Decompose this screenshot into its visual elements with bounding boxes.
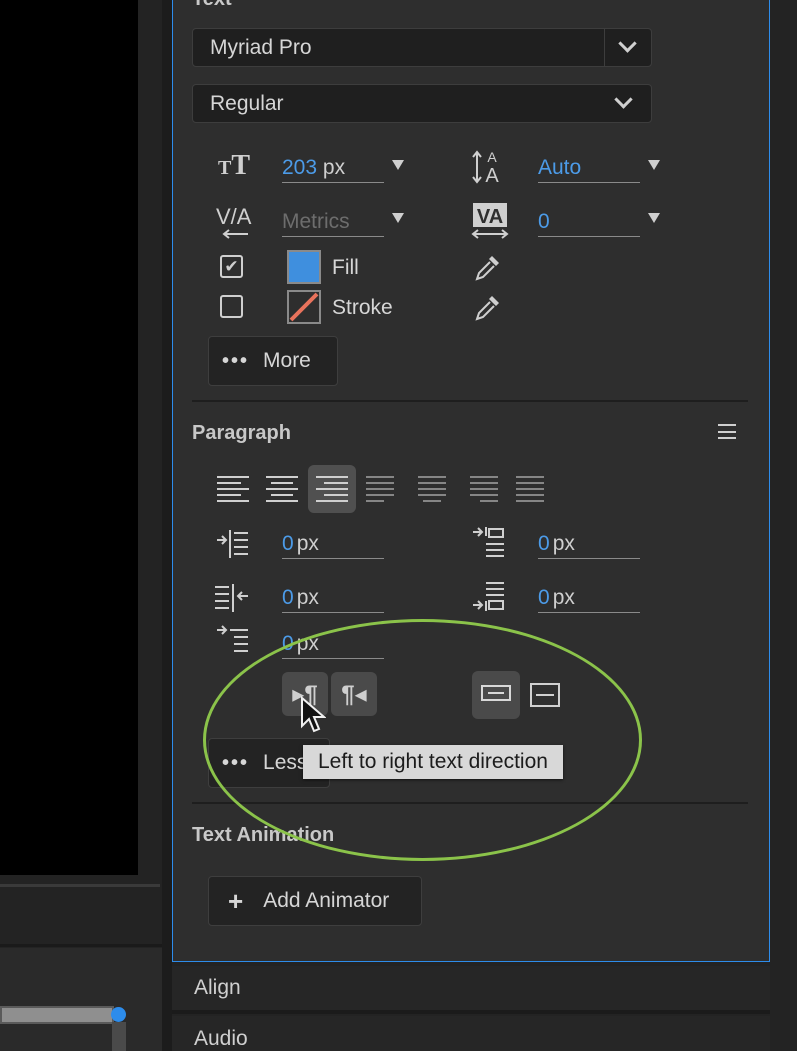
fill-color-swatch[interactable]: [287, 250, 321, 284]
paragraph-menu-icon[interactable]: [718, 424, 736, 439]
leading-field[interactable]: Auto: [538, 153, 640, 183]
more-label: More: [263, 349, 311, 372]
right-indent-icon: [215, 584, 248, 612]
space-before-unit: px: [552, 532, 575, 555]
justify-left-button[interactable]: [358, 465, 406, 513]
tracking-icon: VA: [471, 203, 509, 239]
justify-all-icon: [516, 476, 548, 502]
scrollbar-handle[interactable]: [111, 1007, 126, 1022]
text-section-title: Text: [192, 0, 232, 11]
space-before-value: 0: [538, 532, 550, 555]
justify-center-icon: [416, 476, 448, 502]
font-size-field[interactable]: 203 px: [282, 153, 384, 183]
font-style-value: Regular: [210, 91, 284, 115]
tracking-field[interactable]: 0: [538, 207, 640, 237]
left-panel-strip: [0, 948, 162, 1051]
svg-text:V/A: V/A: [216, 204, 252, 229]
tab-audio[interactable]: Audio: [172, 1016, 770, 1051]
justify-center-button[interactable]: [408, 465, 456, 513]
stroke-checkbox[interactable]: [220, 295, 243, 318]
left-indent-icon: [217, 530, 248, 558]
right-indent-unit: px: [296, 586, 319, 609]
align-center-icon: [266, 476, 298, 502]
font-size-icon: TT: [217, 150, 251, 181]
font-size-unit: px: [322, 156, 346, 179]
justify-right-icon: [466, 476, 498, 502]
left-divider: [0, 884, 160, 887]
panel-splitter[interactable]: [162, 0, 172, 1051]
align-center-button[interactable]: [258, 465, 306, 513]
align-left-icon: [217, 476, 249, 502]
paragraph-title: Paragraph: [192, 422, 291, 444]
program-monitor-preview: [0, 0, 138, 875]
tab-audio-label: Audio: [194, 1027, 248, 1050]
more-button[interactable]: ••• More: [208, 336, 338, 386]
space-after-icon: [473, 582, 504, 611]
scrollbar-stub: [112, 1022, 126, 1051]
left-panel-border: [0, 944, 162, 947]
font-style-dropdown[interactable]: Regular: [192, 84, 652, 123]
kerning-icon: V/A: [216, 204, 252, 239]
mouse-cursor-icon: [301, 696, 326, 733]
stroke-eyedropper-icon[interactable]: [473, 292, 503, 322]
timeline-scrollbar[interactable]: [0, 1006, 114, 1024]
first-line-indent-icon: [217, 625, 248, 652]
leading-value: Auto: [538, 156, 582, 179]
tracking-dropdown-arrow[interactable]: [648, 213, 660, 223]
left-indent-field[interactable]: 0 px: [282, 529, 384, 559]
leading-icon: A A: [472, 149, 499, 186]
dropdown-divider: [604, 29, 605, 66]
checkmark-icon: ✔: [224, 257, 239, 276]
highlight-ellipse: [203, 619, 642, 861]
add-animator-label: Add Animator: [263, 889, 390, 912]
space-after-field[interactable]: 0 px: [538, 583, 640, 613]
fill-label: Fill: [332, 256, 359, 279]
align-right-button[interactable]: [308, 465, 356, 513]
space-after-value: 0: [538, 586, 550, 609]
add-animator-button[interactable]: + Add Animator: [208, 876, 422, 926]
tab-align-label: Align: [194, 976, 241, 999]
font-family-dropdown[interactable]: Myriad Pro: [192, 28, 652, 67]
left-indent-value: 0: [282, 532, 294, 555]
space-before-icon: [473, 527, 504, 557]
more-dots-icon: •••: [222, 349, 250, 372]
chevron-down-icon: [618, 34, 637, 53]
kerning-value: Metrics: [282, 210, 350, 233]
svg-text:A: A: [485, 165, 499, 186]
leading-dropdown-arrow[interactable]: [648, 160, 660, 170]
plus-icon: +: [228, 885, 244, 916]
chevron-down-icon: [614, 90, 633, 109]
space-before-field[interactable]: 0 px: [538, 529, 640, 559]
tab-separator: [172, 1010, 770, 1014]
fill-eyedropper-icon[interactable]: [473, 252, 503, 282]
section-divider: [192, 400, 748, 402]
direction-tooltip: Left to right text direction: [303, 745, 563, 779]
align-right-icon: [316, 476, 348, 502]
align-left-button[interactable]: [209, 465, 257, 513]
left-indent-unit: px: [296, 532, 319, 555]
font-size-dropdown-arrow[interactable]: [392, 160, 404, 170]
svg-text:VA: VA: [477, 206, 503, 228]
space-after-unit: px: [552, 586, 575, 609]
svg-text:A: A: [487, 149, 497, 165]
justify-left-icon: [366, 476, 398, 502]
fill-checkbox[interactable]: ✔: [220, 255, 243, 278]
font-family-value: Myriad Pro: [210, 35, 312, 59]
kerning-field[interactable]: Metrics: [282, 207, 384, 237]
tracking-value: 0: [538, 210, 550, 233]
kerning-dropdown-arrow[interactable]: [392, 213, 404, 223]
justify-all-button[interactable]: [508, 465, 556, 513]
tab-align[interactable]: Align: [172, 966, 770, 1010]
right-indent-value: 0: [282, 586, 294, 609]
right-indent-field[interactable]: 0 px: [282, 583, 384, 613]
stroke-color-swatch[interactable]: [287, 290, 321, 324]
justify-right-button[interactable]: [458, 465, 506, 513]
stroke-label: Stroke: [332, 296, 393, 319]
font-size-value: 203: [282, 156, 318, 179]
